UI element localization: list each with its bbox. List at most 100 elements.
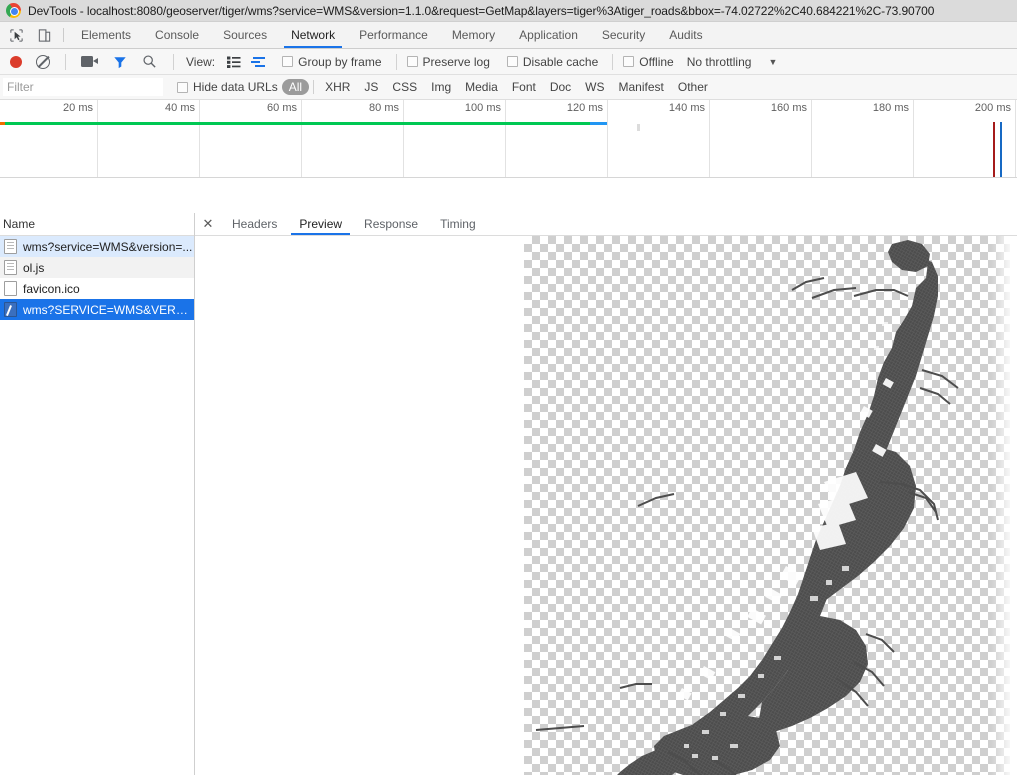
filter-bar: Hide data URLs All XHR JS CSS Img Media … bbox=[0, 75, 1017, 100]
tab-label: Network bbox=[291, 28, 335, 42]
preserve-log-label: Preserve log bbox=[423, 55, 490, 69]
resource-type-filters: All XHR JS CSS Img Media Font Doc WS Man… bbox=[282, 79, 715, 95]
view-label: View: bbox=[186, 55, 215, 69]
preserve-log-option[interactable]: Preserve log bbox=[407, 55, 490, 69]
tick-label: 140 ms bbox=[669, 102, 705, 114]
filter-input[interactable] bbox=[3, 78, 163, 96]
tab-label: Security bbox=[602, 28, 645, 42]
network-panel-body: Name wms?service=WMS&version=... ol.js f… bbox=[0, 213, 1017, 775]
clear-icon[interactable] bbox=[36, 55, 50, 69]
tab-label: Headers bbox=[232, 217, 277, 231]
waterfall-view-icon[interactable] bbox=[249, 53, 269, 71]
tab-headers[interactable]: Headers bbox=[221, 213, 288, 235]
tab-timing[interactable]: Timing bbox=[429, 213, 487, 235]
inspect-cursor-icon[interactable] bbox=[4, 23, 28, 47]
overview-tick: 180 ms bbox=[812, 100, 914, 178]
tick-label: 20 ms bbox=[63, 102, 93, 114]
tick-label: 80 ms bbox=[369, 102, 399, 114]
tick-label: 100 ms bbox=[465, 102, 501, 114]
filter-chip-all[interactable]: All bbox=[282, 79, 309, 95]
filter-chip-img[interactable]: Img bbox=[424, 79, 458, 95]
preview-content-area[interactable]: https://blog... bbox=[195, 236, 1017, 775]
tick-label: 180 ms bbox=[873, 102, 909, 114]
filter-chip-css[interactable]: CSS bbox=[385, 79, 424, 95]
overview-tick: 140 ms bbox=[608, 100, 710, 178]
request-name: wms?SERVICE=WMS&VERSIO... bbox=[23, 303, 194, 317]
tab-performance[interactable]: Performance bbox=[347, 22, 440, 48]
filter-chip-manifest[interactable]: Manifest bbox=[612, 79, 671, 95]
request-name: wms?service=WMS&version=... bbox=[23, 240, 192, 254]
camera-icon[interactable] bbox=[81, 55, 99, 68]
tab-memory[interactable]: Memory bbox=[440, 22, 507, 48]
group-by-frame-option[interactable]: Group by frame bbox=[282, 55, 381, 69]
offline-checkbox[interactable] bbox=[623, 56, 634, 67]
filter-chip-ws[interactable]: WS bbox=[578, 79, 611, 95]
tick-label: 200 ms bbox=[975, 102, 1011, 114]
request-list[interactable]: wms?service=WMS&version=... ol.js favico… bbox=[0, 236, 194, 775]
filter-chip-media[interactable]: Media bbox=[458, 79, 505, 95]
tick-label: 40 ms bbox=[165, 102, 195, 114]
manhattan-road-mass bbox=[612, 240, 938, 775]
throttling-select[interactable]: No throttling bbox=[687, 55, 752, 69]
tab-sources[interactable]: Sources bbox=[211, 22, 279, 48]
tab-network[interactable]: Network bbox=[279, 22, 347, 48]
devtools-tool-icons bbox=[0, 22, 61, 48]
overview-tick: 160 ms bbox=[710, 100, 812, 178]
filter-chip-font[interactable]: Font bbox=[505, 79, 543, 95]
window-titlebar: DevTools - localhost:8080/geoserver/tige… bbox=[0, 0, 1017, 22]
record-button-icon[interactable] bbox=[10, 56, 22, 68]
tab-audits[interactable]: Audits bbox=[657, 22, 714, 48]
list-view-icon[interactable] bbox=[224, 53, 244, 71]
request-name: ol.js bbox=[23, 261, 44, 275]
request-detail-panel: ✕ Headers Preview Response Timing bbox=[195, 213, 1017, 775]
offline-label: Offline bbox=[639, 55, 673, 69]
overview-tick: 80 ms bbox=[302, 100, 404, 178]
filter-chip-js[interactable]: JS bbox=[357, 79, 385, 95]
document-icon bbox=[4, 260, 17, 275]
request-row-wms-service[interactable]: wms?service=WMS&version=... bbox=[0, 236, 194, 257]
chrome-logo-icon bbox=[6, 3, 21, 18]
offline-option[interactable]: Offline bbox=[623, 55, 673, 69]
filter-chip-xhr[interactable]: XHR bbox=[318, 79, 357, 95]
hide-data-urls-checkbox[interactable] bbox=[177, 82, 188, 93]
tab-security[interactable]: Security bbox=[590, 22, 657, 48]
network-toolbar: View: Group by frame Preserve log bbox=[0, 49, 1017, 75]
overview-band-download bbox=[5, 122, 590, 125]
request-row-favicon[interactable]: favicon.ico bbox=[0, 278, 194, 299]
image-icon bbox=[4, 302, 17, 317]
search-icon[interactable] bbox=[142, 54, 157, 69]
blank-icon bbox=[4, 281, 17, 296]
overview-tick: 120 ms bbox=[506, 100, 608, 178]
toolbar-divider bbox=[173, 54, 174, 70]
tab-label: Sources bbox=[223, 28, 267, 42]
filter-chip-other[interactable]: Other bbox=[671, 79, 715, 95]
device-toolbar-icon[interactable] bbox=[32, 23, 56, 47]
toolbar-divider bbox=[65, 54, 66, 70]
funnel-icon[interactable] bbox=[113, 55, 127, 69]
document-icon bbox=[4, 239, 17, 254]
network-overview[interactable]: 20 ms 40 ms 60 ms 80 ms 100 ms 120 ms 14… bbox=[0, 100, 1017, 178]
tab-response[interactable]: Response bbox=[353, 213, 429, 235]
preserve-log-checkbox[interactable] bbox=[407, 56, 418, 67]
overview-tick: 100 ms bbox=[404, 100, 506, 178]
hide-data-urls-option[interactable]: Hide data URLs bbox=[177, 80, 278, 94]
disable-cache-checkbox[interactable] bbox=[507, 56, 518, 67]
tab-elements[interactable]: Elements bbox=[69, 22, 143, 48]
filter-chip-doc[interactable]: Doc bbox=[543, 79, 578, 95]
close-icon[interactable]: ✕ bbox=[195, 213, 221, 235]
request-name: favicon.ico bbox=[23, 282, 80, 296]
chevron-down-icon[interactable]: ▼ bbox=[768, 57, 777, 67]
tab-application[interactable]: Application bbox=[507, 22, 590, 48]
tab-preview[interactable]: Preview bbox=[288, 213, 353, 235]
tab-console[interactable]: Console bbox=[143, 22, 211, 48]
tab-label: Performance bbox=[359, 28, 428, 42]
tab-label: Elements bbox=[81, 28, 131, 42]
request-row-ol-js[interactable]: ol.js bbox=[0, 257, 194, 278]
request-row-wms-getmap[interactable]: wms?SERVICE=WMS&VERSIO... bbox=[0, 299, 194, 320]
disable-cache-option[interactable]: Disable cache bbox=[507, 55, 598, 69]
disable-cache-label: Disable cache bbox=[523, 55, 598, 69]
group-by-frame-label: Group by frame bbox=[298, 55, 381, 69]
devtools-tabs: Elements Console Sources Network Perform… bbox=[69, 22, 715, 48]
group-by-frame-checkbox[interactable] bbox=[282, 56, 293, 67]
detail-tabs: ✕ Headers Preview Response Timing bbox=[195, 213, 1017, 236]
